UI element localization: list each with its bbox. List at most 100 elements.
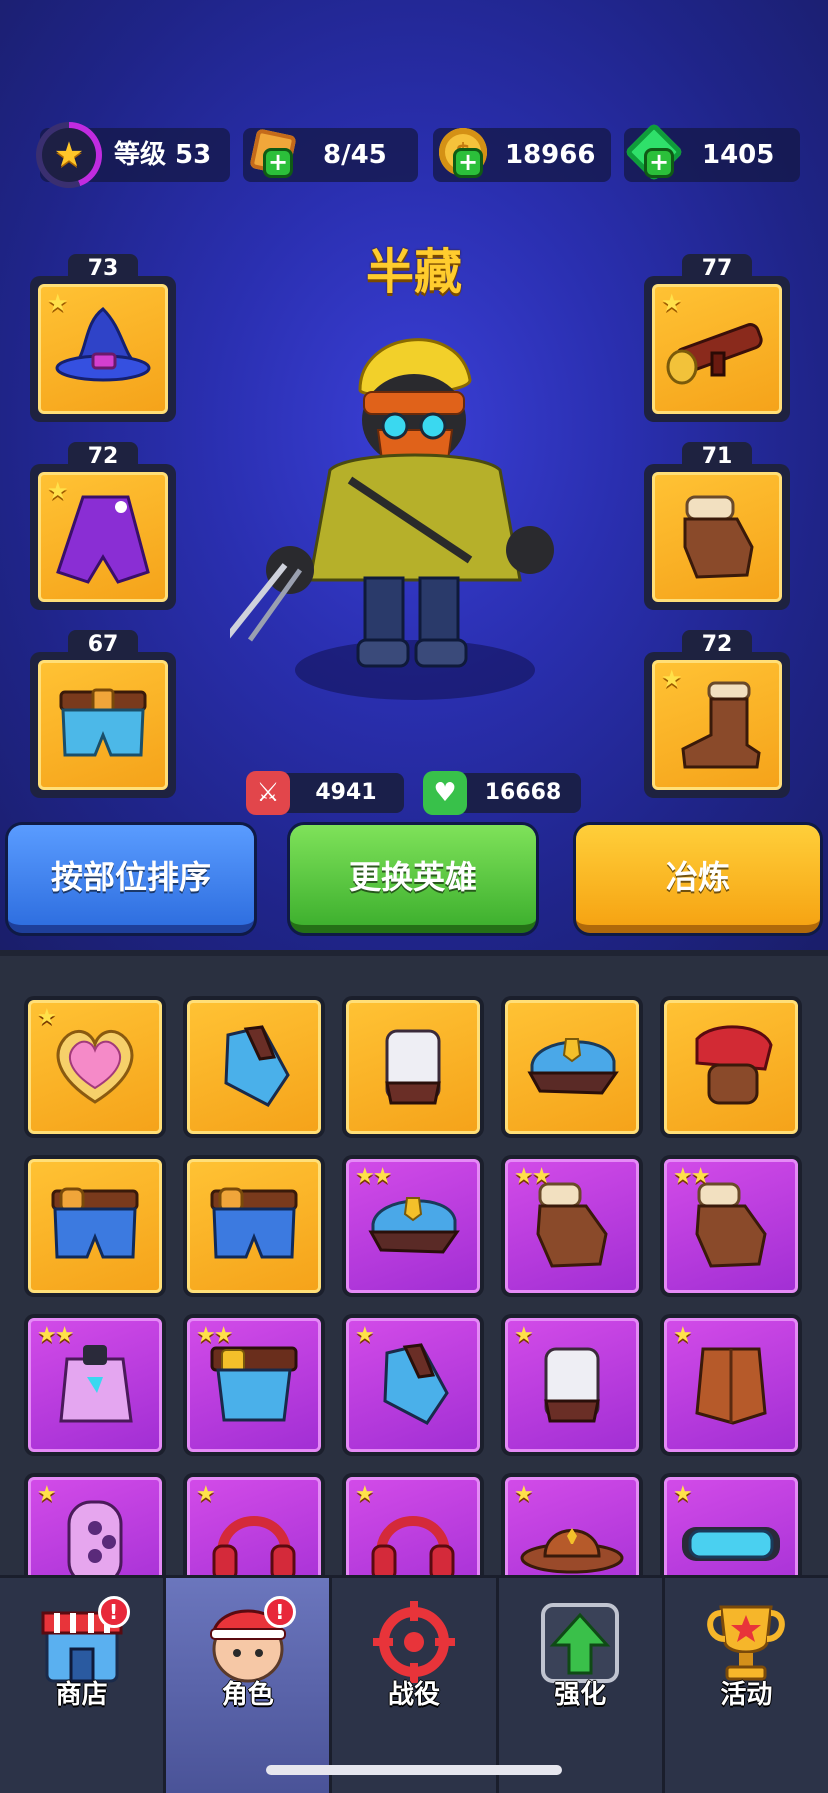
white-vest-icon [365, 1017, 461, 1117]
add-pizza-button[interactable]: + [263, 148, 293, 178]
inventory-item-frame: ★ [187, 1477, 321, 1575]
inventory-item[interactable]: ★ [342, 1473, 484, 1575]
inventory-item-frame: ★ [346, 1318, 480, 1452]
health-stat: ♥ 16668 [423, 771, 581, 815]
bazooka-icon [666, 323, 763, 385]
pizza-energy-counter[interactable]: + 8/45 [243, 128, 418, 182]
inventory-item[interactable] [501, 996, 643, 1138]
leather-vest-icon [683, 1335, 779, 1435]
gold-counter[interactable]: $ + 18966 [433, 128, 611, 182]
inventory-item-frame [187, 1000, 321, 1134]
inventory-item[interactable] [24, 1155, 166, 1297]
inventory-item-frame: ★★ [664, 1159, 798, 1293]
inventory-item-frame: ★ [664, 1477, 798, 1575]
inventory-item[interactable]: ★★ [660, 1155, 802, 1297]
rarity-stars: ★★ [514, 1164, 551, 1189]
rarity-stars: ★ [661, 665, 683, 693]
slot-level: 72 [68, 442, 138, 472]
gold-coin-icon: $ + [435, 122, 491, 182]
rarity-stars: ★ [196, 1482, 216, 1507]
shorts-icon [59, 688, 147, 757]
inventory-item-frame: ★ [505, 1318, 639, 1452]
inventory-item-frame: ★ [505, 1477, 639, 1575]
equip-slot-feet[interactable]: 72 ★ [644, 630, 790, 798]
hero-character[interactable] [230, 320, 590, 710]
inventory-item[interactable]: ★★ [24, 1314, 166, 1456]
inventory-item-frame [664, 1000, 798, 1134]
equip-slot-cape[interactable]: 72 ★ [30, 442, 176, 610]
rarity-stars: ★ [661, 289, 683, 317]
equip-slot-legs[interactable]: 67 [30, 630, 176, 798]
inventory-item[interactable] [342, 996, 484, 1138]
inventory-item-frame: ★ [346, 1477, 480, 1575]
nav-tab-3[interactable]: 强化 [499, 1578, 665, 1793]
rarity-stars: ★★ [196, 1323, 233, 1348]
nav-tab-1[interactable]: ! 角色 [166, 1578, 333, 1793]
nav-tab-0[interactable]: ! 商店 [0, 1578, 167, 1793]
pizza-icon: + [245, 122, 301, 182]
gold-amount: 18966 [505, 140, 596, 170]
inventory-item[interactable]: ★★ [183, 1314, 325, 1456]
equip-slot-hands[interactable]: 71 [644, 442, 790, 610]
change-hero-button[interactable]: 更换英雄 [290, 825, 536, 933]
wizard-hat-icon [55, 307, 151, 382]
white-vest-icon [524, 1335, 620, 1435]
inventory-item[interactable] [183, 1155, 325, 1297]
inventory-item[interactable]: ★ [342, 1314, 484, 1456]
rarity-stars: ★ [355, 1323, 375, 1348]
hoodie-icon [47, 1335, 143, 1435]
inventory-item[interactable] [660, 996, 802, 1138]
police-cap-icon [363, 1184, 463, 1268]
heart-icon: ♥ [423, 771, 467, 815]
inventory-item[interactable]: ★ [24, 1473, 166, 1575]
glove-icon [683, 1174, 779, 1278]
inventory-item-frame [505, 1000, 639, 1134]
inventory-item[interactable]: ★ [501, 1473, 643, 1575]
inventory-item-frame: ★ [28, 1477, 162, 1575]
cowboy-hat-icon [517, 1502, 627, 1575]
inventory-item[interactable]: ★ [183, 1473, 325, 1575]
gem-counter[interactable]: + 1405 [624, 122, 800, 182]
nav-label: 商店 [55, 1680, 108, 1710]
home-indicator[interactable] [266, 1765, 562, 1775]
inventory-item[interactable]: ★★ [501, 1155, 643, 1297]
armor-vest-icon [206, 1017, 302, 1117]
brass-knuckles-icon [47, 1492, 143, 1575]
inventory-item[interactable]: ★ [660, 1473, 802, 1575]
inventory-item[interactable]: ★ [660, 1314, 802, 1456]
inventory-item-frame: ★ [28, 1000, 162, 1134]
level-display[interactable]: ★ 等级 53 [36, 122, 230, 188]
inventory-item-frame: ★★ [28, 1318, 162, 1452]
heart-badge-icon [47, 1020, 143, 1114]
inventory-item[interactable]: ★ [501, 1314, 643, 1456]
police-cap-icon [522, 1025, 622, 1109]
rarity-stars: ★ [514, 1323, 534, 1348]
rarity-stars: ★ [47, 477, 69, 505]
add-gem-button[interactable]: + [644, 148, 674, 178]
inventory-item[interactable]: ★★ [342, 1155, 484, 1297]
pizza-count: 8/45 [323, 140, 387, 170]
inventory-item-frame: ★★ [505, 1159, 639, 1293]
hero-name: 半藏 [365, 244, 462, 300]
slot-level: 71 [682, 442, 752, 472]
gem-amount: 1405 [702, 140, 775, 170]
rarity-stars: ★★ [37, 1323, 74, 1348]
inventory-item-frame: ★★ [187, 1318, 321, 1452]
inventory-item[interactable]: ★ [24, 996, 166, 1138]
nav-label: 战役 [388, 1680, 441, 1710]
inventory-panel[interactable]: ★ ★★ ★★ ★★ ★★ ★★ ★ ★ ★ ★ ★ ★ ★ ★ [0, 950, 828, 1575]
sort-by-slot-button[interactable]: 按部位排序 [8, 825, 254, 933]
smelt-button[interactable]: 冶炼 [576, 825, 820, 933]
equip-slot-weapon[interactable]: 77 ★ [644, 254, 790, 422]
inventory-grid: ★ ★★ ★★ ★★ ★★ ★★ ★ ★ ★ ★ ★ ★ ★ ★ [24, 996, 814, 1575]
nav-label: 强化 [554, 1680, 607, 1710]
slot-level: 67 [68, 630, 138, 660]
nav-tab-2[interactable]: 战役 [332, 1578, 499, 1793]
nav-tab-4[interactable]: 活动 [665, 1578, 828, 1793]
rarity-stars: ★ [673, 1482, 693, 1507]
gem-icon: + [624, 122, 684, 182]
add-gold-button[interactable]: + [453, 148, 483, 178]
inventory-item[interactable] [183, 996, 325, 1138]
equip-slot-head[interactable]: 73 ★ [30, 254, 176, 422]
rarity-stars: ★ [355, 1482, 375, 1507]
